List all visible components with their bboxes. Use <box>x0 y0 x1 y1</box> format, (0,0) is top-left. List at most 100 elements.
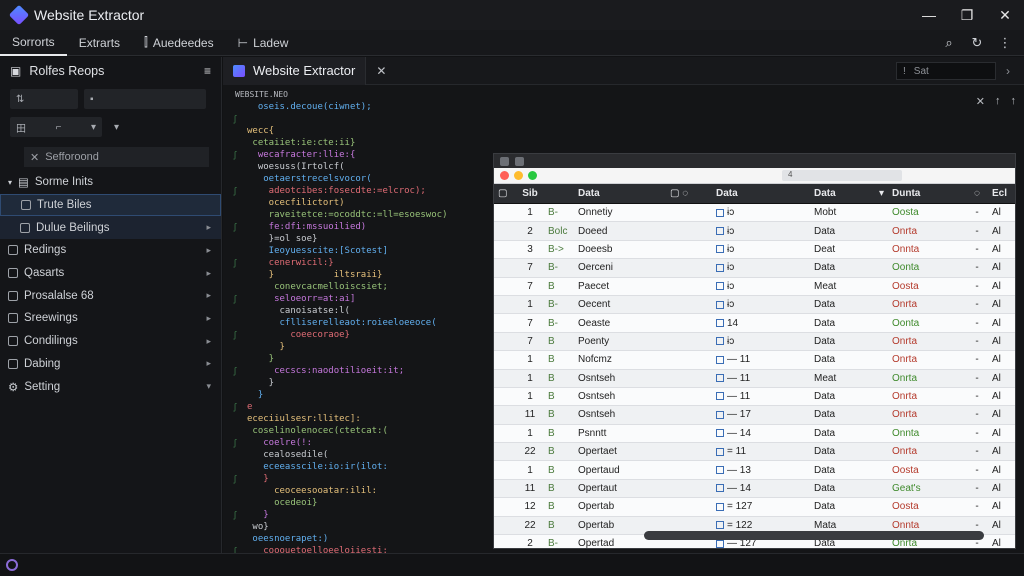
close-tab-icon[interactable]: ✕ <box>366 64 396 78</box>
chevron-down-icon[interactable]: ▾ <box>108 117 128 137</box>
checkbox-icon[interactable] <box>716 355 724 364</box>
menu-item-label: Sorrorts <box>12 34 55 49</box>
maximize-dot-icon[interactable] <box>528 171 537 180</box>
tree-item-1[interactable]: Trute Biles <box>0 193 221 217</box>
chevron-right-icon[interactable]: › <box>1006 64 1010 78</box>
more-icon[interactable]: ⋮ <box>994 32 1016 54</box>
checkbox-icon[interactable] <box>716 318 724 327</box>
code-line: ∫ e <box>223 401 253 413</box>
close-button[interactable]: ✕ <box>986 0 1024 30</box>
table-row[interactable]: 7 B Paecet ɨɔ Meat Oosta - Al <box>494 277 1015 296</box>
tree-item-label: Condilings <box>24 335 78 348</box>
table-header[interactable]: Sib <box>516 188 544 199</box>
checkbox-icon[interactable] <box>716 300 724 309</box>
cell-text: — 14 <box>727 427 751 439</box>
menu-item-2[interactable]: ⫿ Auedeedes <box>132 30 226 56</box>
menu-icon[interactable]: ≡ <box>204 64 211 78</box>
table-header[interactable]: Data ▾ <box>810 188 888 199</box>
checkbox-icon[interactable] <box>716 502 724 511</box>
horizontal-scrollbar[interactable] <box>644 531 984 540</box>
cell-text: - <box>975 409 979 421</box>
checkbox-icon[interactable] <box>716 410 724 419</box>
search-icon[interactable]: ⌕ <box>938 32 960 54</box>
table-row[interactable]: 3 B-> Doeesb ɨɔ Deat Onnta - Al <box>494 240 1015 260</box>
code-line: ∫ wecafracter:llie:{ <box>223 149 356 161</box>
checkbox-icon[interactable] <box>716 466 724 475</box>
tree-item-5[interactable]: Prosalalse 68 ▸ <box>0 284 221 307</box>
table-cell: Doeed <box>574 226 666 237</box>
close-dot-icon[interactable] <box>500 171 509 180</box>
checkbox-icon[interactable] <box>716 282 724 291</box>
tree-item-4[interactable]: Qasarts ▸ <box>0 262 221 285</box>
table-row[interactable]: 1 B- Oecent ɨɔ Data Onrta - Al <box>494 295 1015 315</box>
table-header[interactable]: Data <box>574 188 666 199</box>
checkbox-icon[interactable] <box>716 245 724 254</box>
tree-item-3[interactable]: Redings ▸ <box>0 239 221 262</box>
table-row[interactable]: 7 B- Oerceni ɨɔ Data Oonta - Al <box>494 259 1015 278</box>
table-header[interactable]: Data <box>712 188 810 199</box>
cell-text: Deat <box>814 243 836 255</box>
table-row[interactable]: 1 B Psnntt — 14 Data Onnta - Al <box>494 424 1015 444</box>
checkbox-icon[interactable] <box>716 208 724 217</box>
table-row[interactable]: 11 B Osntseh — 17 Data Onrta - Al <box>494 406 1015 425</box>
refresh-icon[interactable]: ↻ <box>966 32 988 54</box>
sidebar-toolbar-box-2[interactable]: ▪ <box>84 89 206 109</box>
tree-item-0[interactable]: ▾ ▤ Sorme Inits <box>0 171 221 194</box>
close-icon[interactable]: ✕ <box>976 95 985 108</box>
table-row[interactable]: 1 B Osntseh — 11 Meat Onrta - Al <box>494 369 1015 388</box>
table-header[interactable]: Ecl <box>988 188 1015 199</box>
menu-item-1[interactable]: Extrarts <box>67 30 132 56</box>
checkbox-icon[interactable] <box>716 374 724 383</box>
table-row[interactable]: 1 B Osntseh — 11 Data Onrta - Al <box>494 387 1015 407</box>
tree-item-8[interactable]: Dabing ▸ <box>0 353 221 376</box>
menu-item-3[interactable]: ⊢ Ladew <box>226 30 301 56</box>
checkbox-icon[interactable] <box>716 447 724 456</box>
status-icon[interactable] <box>6 559 18 571</box>
address-bar[interactable]: 4 <box>782 170 902 181</box>
arrow-up-icon[interactable]: ↑ <box>995 95 1001 108</box>
find-input[interactable]: ! Sat <box>896 62 996 80</box>
tree-item-9[interactable]: ⚙ Setting ▾ <box>0 375 221 398</box>
sidebar-search-input[interactable]: ✕ Sefforoond <box>24 147 209 167</box>
table-row[interactable]: 12 B Opertab = 127 Data Oosta - Al <box>494 498 1015 517</box>
cell-text: - <box>975 501 979 513</box>
table-header[interactable]: Dunta <box>888 188 966 199</box>
arrow-up-icon[interactable]: ↑ <box>1011 95 1017 108</box>
table-row[interactable]: 7 B Poenty ɨɔ Data Onrta - Al <box>494 332 1015 352</box>
table-row[interactable]: 7 B- Oeaste 14 Data Oonta - Al <box>494 314 1015 333</box>
close-icon[interactable]: ✕ <box>30 151 39 164</box>
checkbox-icon[interactable] <box>716 392 724 401</box>
code-view[interactable]: WEBSITE.NEO oseis.decoue(ciwnet); ∫ wecc{ … <box>223 87 493 556</box>
table-row[interactable]: 22 B Opertaet = 11 Data Onrta - Al <box>494 443 1015 462</box>
code-text: coelre(!: <box>247 438 313 448</box>
tab-website-extractor[interactable]: Website Extractor <box>223 56 367 85</box>
sidebar-toolbar-box-1[interactable]: ⇅ <box>10 89 78 109</box>
table-row[interactable]: 2 Bolc Doeed ɨɔ Data Onrta - Al <box>494 222 1015 241</box>
checkbox-icon[interactable] <box>716 484 724 493</box>
checkbox-icon[interactable] <box>716 263 724 272</box>
checkbox-icon[interactable] <box>716 429 724 438</box>
checkbox-icon[interactable] <box>716 226 724 235</box>
table-row[interactable]: 1 B Nofcmz — 11 Data Onrta - Al <box>494 351 1015 370</box>
tree-item-2[interactable]: Dulue Beilings ▸ <box>0 216 221 240</box>
code-text: wo} <box>247 522 269 532</box>
cell-text: — 13 <box>727 464 751 476</box>
table-row[interactable]: 1 B Opertaud — 13 Data Oosta - Al <box>494 461 1015 480</box>
menu-item-0[interactable]: Sorrorts <box>0 30 67 56</box>
table-row[interactable]: 1 B- Onnetiy ɨɔ Mobt Oosta - Al <box>494 204 1015 223</box>
minimize-dot-icon[interactable] <box>514 171 523 180</box>
filter-dropdown[interactable]: 田 ⌐ ▾ <box>10 117 102 137</box>
table-row[interactable]: 11 B Opertaut — 14 Data Geat's - Al <box>494 479 1015 499</box>
header-tools-icon[interactable]: ▢ ◌ <box>666 188 712 199</box>
header-select-icon[interactable]: ▢ <box>494 188 516 199</box>
checkbox-icon[interactable] <box>716 337 724 346</box>
checkbox-icon[interactable] <box>716 521 724 530</box>
maximize-button[interactable]: ❐ <box>948 0 986 30</box>
cell-text: Al <box>992 299 1001 311</box>
table-cell: Al <box>988 318 1015 329</box>
tree-item-6[interactable]: Sreewings ▸ <box>0 307 221 330</box>
code-text: raveitetce:=ocoddtc:=ll=esoeswoc) <box>247 210 448 220</box>
checkbox-icon[interactable] <box>716 539 724 548</box>
tree-item-7[interactable]: Condilings ▸ <box>0 330 221 353</box>
minimize-button[interactable]: — <box>910 0 948 30</box>
